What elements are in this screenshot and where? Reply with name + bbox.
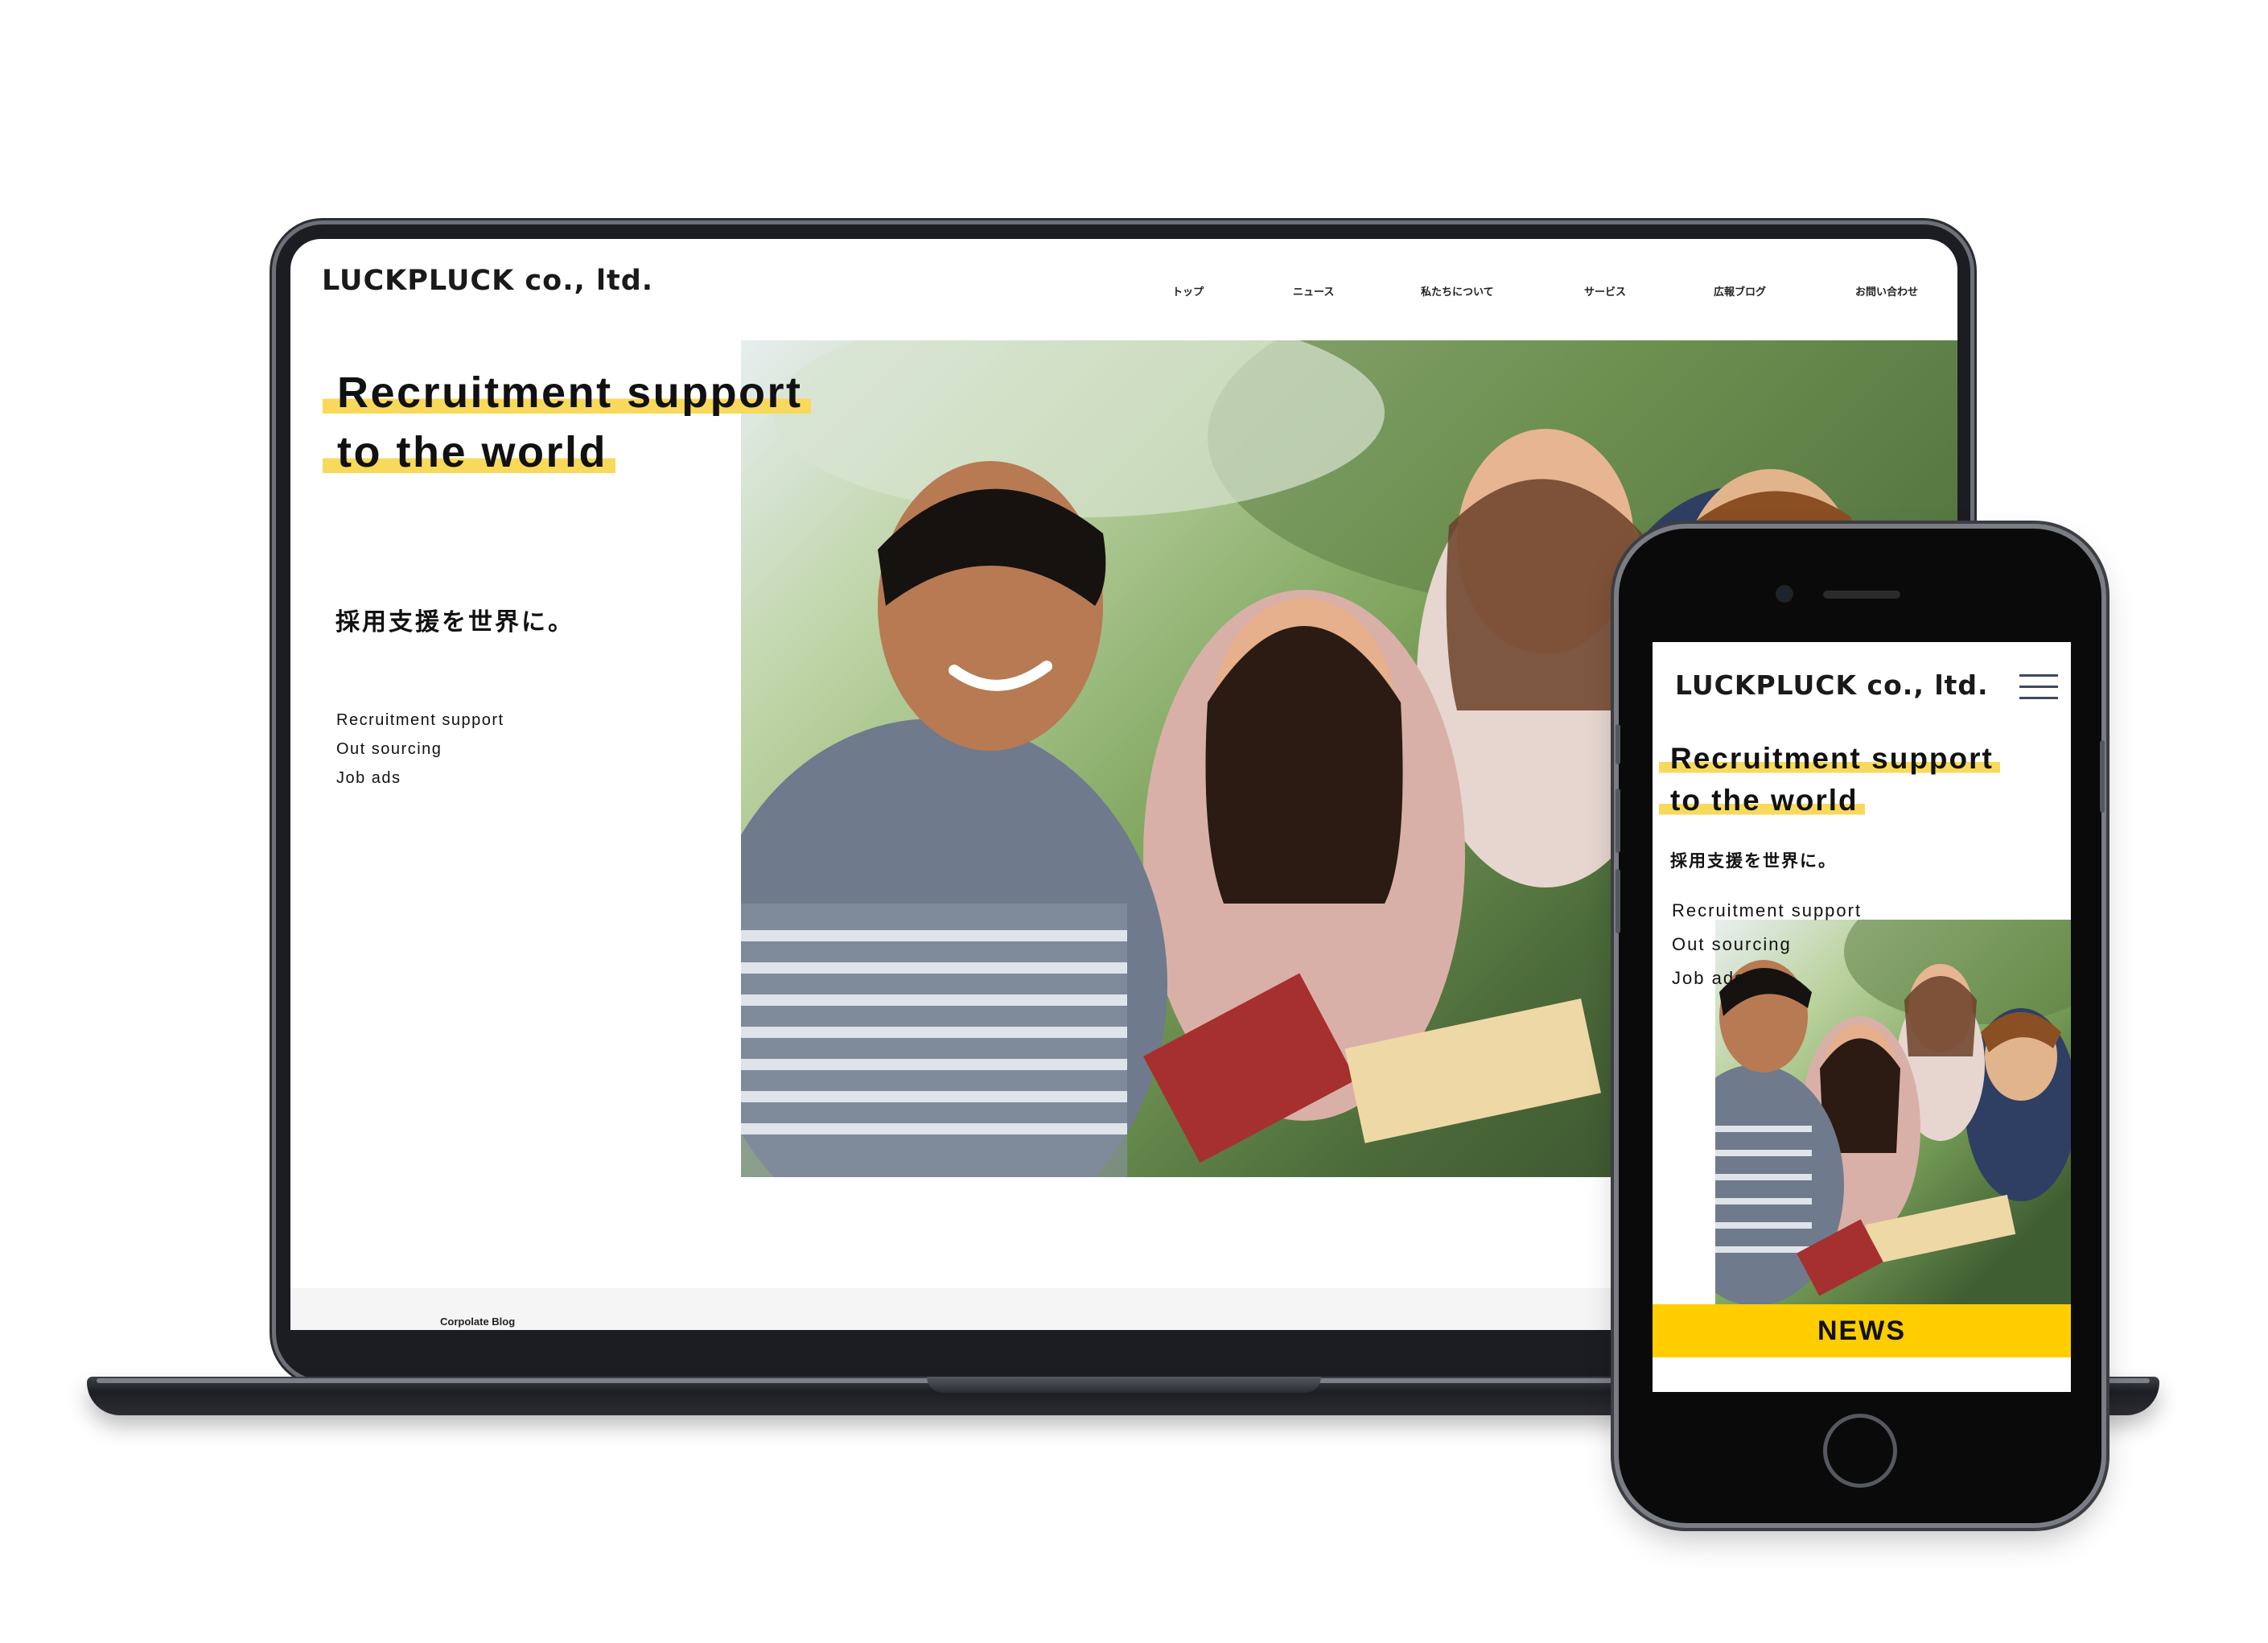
nav-item-top[interactable]: トップ bbox=[1172, 283, 1204, 299]
phone-mute-switch bbox=[1616, 724, 1620, 764]
hero-headline-line-2: to the world bbox=[323, 427, 615, 477]
phone-camera bbox=[1778, 587, 1791, 600]
main-nav: トップ ニュース 私たちについて サービス 広報ブログ お問い合わせ bbox=[290, 283, 1957, 301]
phone-home-button[interactable] bbox=[1823, 1414, 1897, 1488]
nav-item-about[interactable]: 私たちについて bbox=[1421, 283, 1494, 299]
phone-power-button bbox=[2100, 740, 2105, 813]
phone-volume-down bbox=[1616, 869, 1620, 933]
mobile-service-link-outsourcing[interactable]: Out sourcing bbox=[1672, 934, 1792, 955]
laptop-hinge-notch bbox=[927, 1377, 1321, 1393]
mobile-headline-line-1: Recruitment support bbox=[1659, 742, 2000, 776]
hamburger-menu-icon[interactable] bbox=[2019, 674, 2058, 702]
service-link-recruitment[interactable]: Recruitment support bbox=[336, 711, 504, 730]
mobile-headline-line-2: to the world bbox=[1659, 784, 1865, 817]
nav-item-service[interactable]: サービス bbox=[1584, 283, 1626, 299]
hero-subtitle: 採用支援を世界に。 bbox=[335, 609, 574, 636]
service-link-job-ads[interactable]: Job ads bbox=[336, 769, 401, 788]
nav-item-contact[interactable]: お問い合わせ bbox=[1855, 283, 1918, 299]
phone-volume-up bbox=[1616, 789, 1620, 853]
service-link-outsourcing[interactable]: Out sourcing bbox=[336, 740, 442, 759]
blog-section-label[interactable]: Corpolate Blog bbox=[440, 1316, 515, 1328]
nav-item-blog[interactable]: 広報ブログ bbox=[1714, 283, 1766, 299]
mobile-service-link-recruitment[interactable]: Recruitment support bbox=[1672, 900, 1862, 921]
mobile-service-link-job-ads[interactable]: Job ads bbox=[1672, 968, 1745, 989]
mobile-subtitle: 採用支援を世界に。 bbox=[1670, 852, 1837, 871]
hero-headline-line-1: Recruitment support bbox=[323, 368, 811, 418]
mobile-hero-photo bbox=[1715, 920, 2071, 1304]
nav-item-news[interactable]: ニュース bbox=[1293, 283, 1334, 299]
mobile-site-logo[interactable]: LUCKPLUCK co., ltd. bbox=[1675, 669, 1989, 701]
mobile-news-bar[interactable]: NEWS bbox=[1653, 1304, 2071, 1357]
phone-speaker bbox=[1823, 591, 1900, 599]
phone-screen: LUCKPLUCK co., ltd. Recruitment support … bbox=[1653, 642, 2071, 1392]
